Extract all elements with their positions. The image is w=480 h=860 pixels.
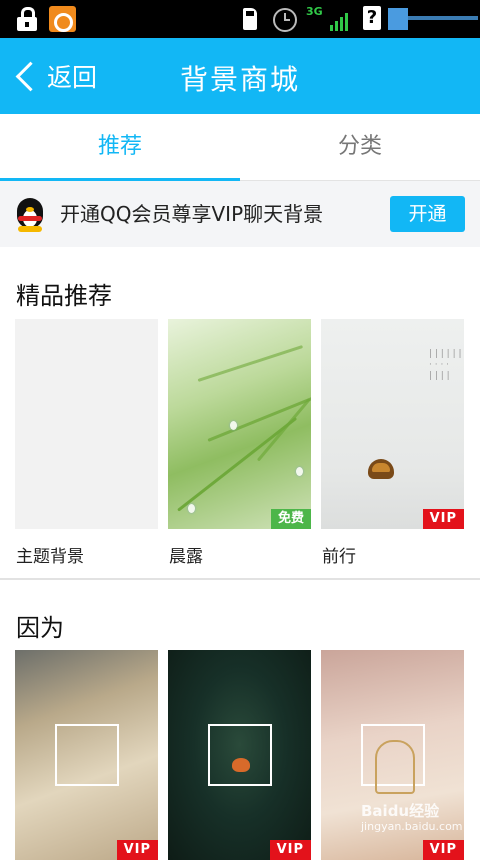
background-thumbnail: VIP [15, 650, 158, 860]
background-card[interactable]: Baidu经验 jingyan.baidu.com VIP [321, 650, 464, 860]
fox-image [232, 758, 250, 772]
free-tag: 免费 [270, 509, 311, 529]
lock-icon [16, 7, 38, 31]
background-card[interactable]: 主题背景 [15, 319, 158, 567]
background-card-caption: 主题背景 [16, 547, 84, 567]
vip-tag: VIP [422, 840, 464, 860]
watermark-url: jingyan.baidu.com [361, 820, 463, 833]
watermark-brand: Baidu经验 [361, 802, 440, 820]
background-card[interactable]: 免费 晨露 [168, 319, 311, 567]
carousel-image [375, 740, 415, 794]
background-card[interactable]: VIP [15, 650, 158, 860]
page-title: 背景商城 [179, 63, 300, 96]
vip-banner: 开通QQ会员尊享VIP聊天背景 开通 [0, 181, 480, 247]
sd-card-icon [243, 8, 257, 30]
background-thumbnail: Baidu经验 jingyan.baidu.com VIP [321, 650, 464, 860]
vip-tag: VIP [422, 509, 464, 529]
background-thumbnail: | | | | | | · · · · | | | | VIP [321, 319, 464, 529]
section-title-featured: 精品推荐 [16, 282, 112, 310]
background-thumbnail [15, 319, 158, 529]
background-card[interactable]: VIP [168, 650, 311, 860]
photo-frame [55, 724, 119, 786]
photo-frame [208, 724, 272, 786]
header-bar: 返回 背景商城 [0, 38, 480, 114]
status-bar: 3G ? [0, 0, 480, 38]
alarm-clock-icon [273, 8, 297, 32]
background-card[interactable]: | | | | | | · · · · | | | | VIP 前行 [321, 319, 464, 567]
section-divider [0, 578, 480, 580]
tab-bar: 推荐 分类 [0, 114, 480, 181]
qq-penguin-icon [14, 198, 46, 232]
signal-icon [330, 9, 352, 31]
vip-tag: VIP [269, 840, 311, 860]
tab-category[interactable]: 分类 [240, 114, 480, 180]
vip-banner-text: 开通QQ会员尊享VIP聊天背景 [60, 202, 324, 226]
network-type-label: 3G [306, 5, 323, 18]
section-title-because: 因为 [16, 614, 64, 642]
background-card-caption: 晨露 [169, 547, 203, 567]
vip-tag: VIP [116, 840, 158, 860]
battery-icon [388, 6, 478, 30]
open-vip-button[interactable]: 开通 [390, 196, 465, 232]
background-card-caption: 前行 [322, 547, 356, 567]
tab-recommend[interactable]: 推荐 [0, 114, 240, 181]
decorative-text: | | | | | | · · · · | | | | [429, 349, 462, 381]
background-thumbnail: 免费 [168, 319, 311, 529]
ladybug-image [368, 459, 394, 479]
background-thumbnail: VIP [168, 650, 311, 860]
app-notification-icon [49, 6, 76, 32]
unknown-status-icon: ? [363, 6, 381, 30]
